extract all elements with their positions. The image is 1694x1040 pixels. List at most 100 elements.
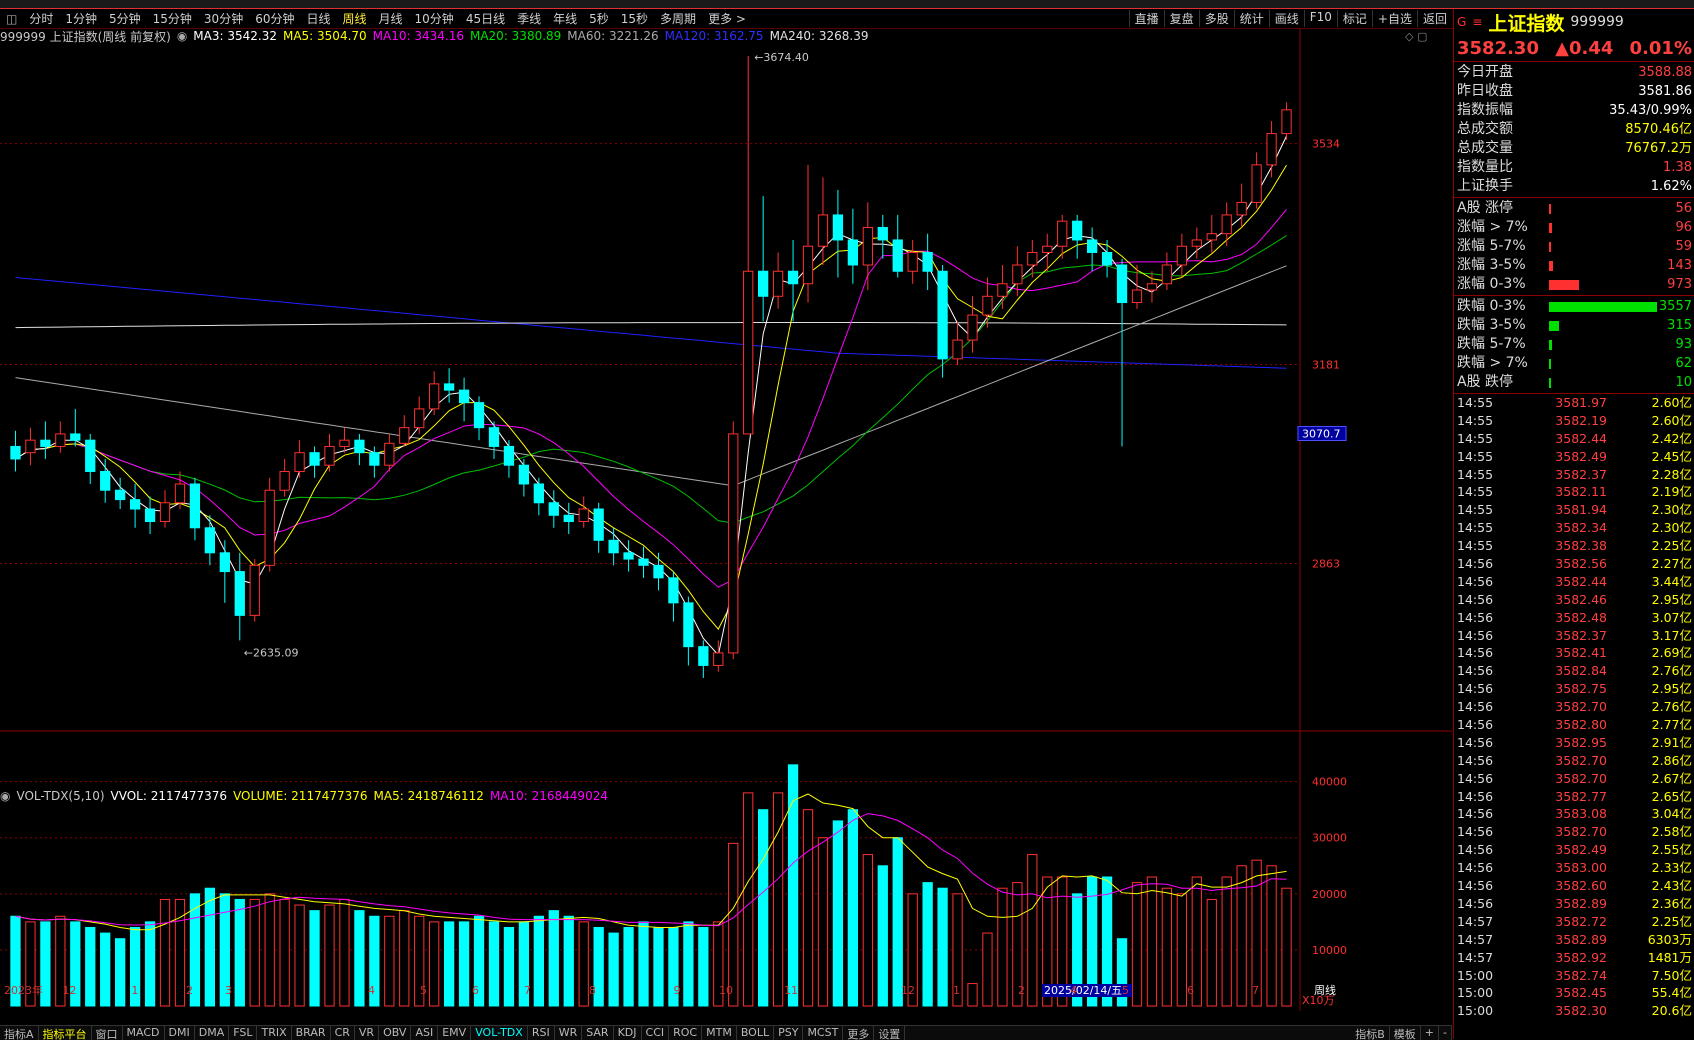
indicator-tab-25[interactable]: 更多 <box>843 1026 875 1040</box>
indicator-tab-18[interactable]: KDJ <box>614 1026 642 1040</box>
stat-label: 指数量比 <box>1457 159 1513 175</box>
tool-button-0[interactable]: 直播 <box>1128 10 1164 27</box>
bottom-right-button-3[interactable]: - <box>1439 1026 1452 1040</box>
tick-row: 14:56 3582.37 3.17亿 <box>1454 627 1694 645</box>
breadth-down: 跌幅 0-3% 3557 跌幅 3-5% 315 跌幅 5-7% 93 跌幅 > 7% 62 A… <box>1454 296 1694 394</box>
indicator-tab-13[interactable]: EMV <box>438 1026 472 1040</box>
symbol-g-icon[interactable]: G <box>1457 15 1466 29</box>
bottom-right-button-0[interactable]: 指标B <box>1351 1026 1390 1040</box>
tool-button-5[interactable]: F10 <box>1303 10 1337 27</box>
indicator-tab-23[interactable]: PSY <box>774 1026 804 1040</box>
indicator-tab-22[interactable]: BOLL <box>737 1026 775 1040</box>
tick-price: 3582.60 <box>1555 878 1607 894</box>
tab-14[interactable]: 15秒 <box>615 10 654 27</box>
quote-change: ▲0.44 <box>1555 37 1614 59</box>
quote-panel: G ≡ 上证指数 999999 3582.30 ▲0.44 0.01% 今日开盘… <box>1453 9 1694 1039</box>
legend-security-name: 999999 上证指数(周线 前复权) <box>0 29 171 44</box>
tool-button-7[interactable]: +自选 <box>1371 10 1417 27</box>
list-icon[interactable]: ≡ <box>1472 15 1482 29</box>
tab-3[interactable]: 15分钟 <box>147 10 198 27</box>
tick-time: 14:56 <box>1457 591 1494 607</box>
bottom-right-button-1[interactable]: 模板 <box>1390 1026 1421 1040</box>
volume-bar <box>85 926 96 1007</box>
indicator-tab-0[interactable]: 指标A <box>0 1026 39 1040</box>
indicator-tab-1[interactable]: 指标平台 <box>39 1026 92 1040</box>
tick-amount: 2.55亿 <box>1651 842 1692 858</box>
tab-5[interactable]: 60分钟 <box>249 10 300 27</box>
tool-button-6[interactable]: 标记 <box>1336 10 1372 27</box>
volume-bar <box>279 898 290 1007</box>
tab-10[interactable]: 45日线 <box>460 10 511 27</box>
menu-icon[interactable]: ◫ <box>0 12 23 26</box>
indicator-tab-14[interactable]: VOL-TDX <box>471 1026 528 1040</box>
tool-button-3[interactable]: 统计 <box>1233 10 1269 27</box>
indicator-tab-6[interactable]: FSL <box>229 1026 258 1040</box>
tab-6[interactable]: 日线 <box>300 10 336 27</box>
date-axis-label: 5 <box>1122 984 1129 997</box>
tool-button-8[interactable]: 返回 <box>1416 10 1452 27</box>
tool-button-4[interactable]: 画线 <box>1268 10 1304 27</box>
indicator-tab-24[interactable]: MCST <box>803 1026 844 1040</box>
indicator-tab-17[interactable]: SAR <box>582 1026 614 1040</box>
tick-row: 14:55 3581.94 2.30亿 <box>1454 501 1694 519</box>
breadth-value: 93 <box>1675 337 1692 352</box>
legend-dropdown-icon[interactable]: ◉ <box>177 29 187 43</box>
kline-chart[interactable]: 35343181286340000300002000010000X10万←367… <box>0 28 1452 1011</box>
indicator-tab-3[interactable]: MACD <box>123 1026 165 1040</box>
indicator-tab-10[interactable]: VR <box>355 1026 380 1040</box>
bottom-right-button-2[interactable]: + <box>1421 1026 1440 1040</box>
tick-row: 14:56 3582.60 2.43亿 <box>1454 877 1694 895</box>
volume-bar <box>384 915 395 1007</box>
indicator-tab-5[interactable]: DMA <box>195 1026 230 1040</box>
tab-8[interactable]: 月线 <box>373 10 409 27</box>
indicator-tab-21[interactable]: MTM <box>702 1026 737 1040</box>
tab-13[interactable]: 5秒 <box>583 10 615 27</box>
tick-time: 14:56 <box>1457 770 1494 786</box>
tick-list[interactable]: 14:55 3581.97 2.60亿 14:55 3582.19 2.60亿 14:55 3… <box>1454 394 1694 1020</box>
stat-label: 总成交量 <box>1457 140 1513 156</box>
tool-button-2[interactable]: 多股 <box>1198 10 1234 27</box>
tick-time: 14:56 <box>1457 556 1494 572</box>
tool-button-1[interactable]: 复盘 <box>1163 10 1199 27</box>
indicator-tab-15[interactable]: RSI <box>528 1026 555 1040</box>
indicator-tab-19[interactable]: CCI <box>642 1026 670 1040</box>
tick-row: 15:00 3582.74 7.50亿 <box>1454 967 1694 985</box>
tab-12[interactable]: 年线 <box>547 10 583 27</box>
indicator-tab-9[interactable]: CR <box>331 1026 355 1040</box>
period-tab-bar: ◫ 分时 1分钟 5分钟 15分钟 30分钟 60分钟 日线 周线 月线 10分钟 45日线 季线 年线… <box>0 9 1452 29</box>
tick-amount: 3.44亿 <box>1651 573 1692 589</box>
tab-4[interactable]: 30分钟 <box>198 10 249 27</box>
tick-time: 14:55 <box>1457 395 1494 410</box>
tab-0[interactable]: 分时 <box>23 10 59 27</box>
candle-body <box>1266 133 1277 166</box>
tab-9[interactable]: 10分钟 <box>409 10 460 27</box>
tab-15[interactable]: 多周期 <box>654 10 702 27</box>
indicator-tab-16[interactable]: WR <box>555 1026 583 1040</box>
indicator-tab-4[interactable]: DMI <box>165 1026 195 1040</box>
tick-row: 14:55 3582.44 2.42亿 <box>1454 430 1694 448</box>
tick-row: 14:56 3582.80 2.77亿 <box>1454 716 1694 734</box>
stat-row: 总成交量 76767.2万 <box>1454 139 1694 158</box>
indicator-tab-7[interactable]: TRIX <box>257 1026 292 1040</box>
indicator-tab-11[interactable]: OBV <box>379 1026 412 1040</box>
candle-body <box>758 270 769 297</box>
indicator-tab-20[interactable]: ROC <box>669 1026 703 1040</box>
vol-legend-icon[interactable]: ◉ <box>0 789 10 803</box>
indicator-tab-12[interactable]: ASI <box>411 1026 439 1040</box>
tick-price: 3582.30 <box>1555 1003 1607 1019</box>
tab-2[interactable]: 5分钟 <box>103 10 147 27</box>
tick-price: 3582.70 <box>1555 699 1607 715</box>
tab-1[interactable]: 1分钟 <box>59 10 103 27</box>
indicator-tab-8[interactable]: BRAR <box>292 1026 331 1040</box>
tick-price: 3582.37 <box>1555 466 1607 482</box>
indicator-tab-2[interactable]: 窗口 <box>92 1026 123 1040</box>
candle-body <box>787 270 799 285</box>
tick-row: 14:56 3582.48 3.07亿 <box>1454 609 1694 627</box>
indicator-tab-26[interactable]: 设置 <box>874 1026 906 1040</box>
tab-7[interactable]: 周线 <box>337 10 373 27</box>
vol-legend-volume: VOLUME: 2117477376 <box>233 789 368 803</box>
chart-corner-icons[interactable]: ◇ ▢ <box>1405 30 1427 43</box>
date-axis-label: 4 <box>1070 984 1077 997</box>
tab-16[interactable]: 更多 > <box>702 10 752 27</box>
tab-11[interactable]: 季线 <box>511 10 547 27</box>
